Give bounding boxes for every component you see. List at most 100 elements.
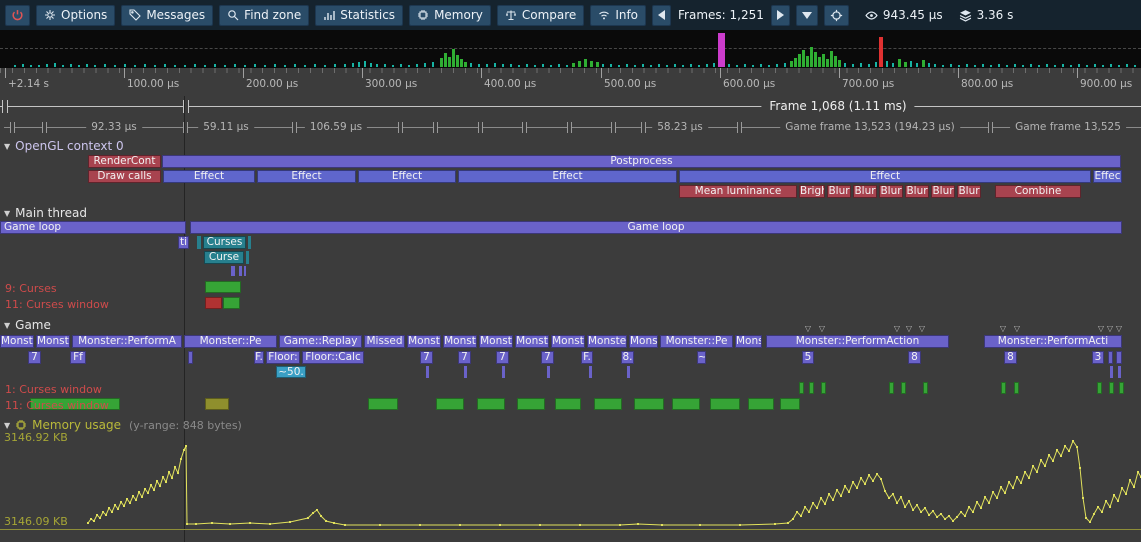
plot-bar[interactable] <box>368 398 398 410</box>
zone[interactable]: ~50. <box>276 366 306 378</box>
plot-bar[interactable] <box>517 398 545 410</box>
collapse-icon[interactable]: ▼ <box>4 421 10 430</box>
zone[interactable]: 8 <box>1004 351 1017 364</box>
zone[interactable] <box>197 236 201 249</box>
zone[interactable]: Monst <box>515 335 549 348</box>
zone[interactable]: Blur <box>957 185 981 198</box>
zone[interactable]: Monster::PerformA <box>72 335 182 348</box>
collapse-icon[interactable]: ▼ <box>4 321 10 330</box>
zone[interactable]: Monst <box>407 335 441 348</box>
zone[interactable]: Mons <box>735 335 762 348</box>
plot-bar[interactable] <box>205 398 229 410</box>
zone[interactable]: 8. <box>621 351 634 364</box>
message-marker-icon[interactable]: ▽ <box>894 324 900 333</box>
zone[interactable] <box>547 366 550 378</box>
zone[interactable]: ~ <box>697 351 706 364</box>
plot-bar[interactable] <box>710 398 740 410</box>
zone[interactable]: Effect <box>458 170 677 183</box>
zone[interactable]: 5 <box>802 351 814 364</box>
zone[interactable]: Effect <box>358 170 456 183</box>
zone[interactable]: F. <box>581 351 593 364</box>
plot-bar[interactable] <box>223 297 240 309</box>
zone[interactable]: Monster::PerformActi <box>984 335 1122 348</box>
plot-bar[interactable] <box>634 398 664 410</box>
zone[interactable]: 7 <box>28 351 41 364</box>
collapse-icon[interactable]: ▼ <box>4 209 10 218</box>
zone[interactable] <box>589 366 592 378</box>
message-marker-icon[interactable]: ▽ <box>1014 324 1020 333</box>
zone[interactable]: 7 <box>420 351 433 364</box>
zone[interactable]: Blur <box>879 185 903 198</box>
message-marker-icon[interactable]: ▽ <box>805 324 811 333</box>
plot-bar[interactable] <box>205 297 222 309</box>
zone[interactable] <box>246 251 249 264</box>
zone[interactable]: Monster::Pe <box>660 335 733 348</box>
zone[interactable]: Game loop <box>190 221 1122 234</box>
section-header-opengl[interactable]: ▼ OpenGL context 0 <box>4 139 124 153</box>
plot-bar[interactable] <box>809 382 814 394</box>
plot-bar[interactable] <box>821 382 826 394</box>
plot-bar[interactable] <box>748 398 774 410</box>
plot-bar[interactable] <box>923 382 928 394</box>
zone[interactable]: Effect <box>679 170 1091 183</box>
zone[interactable]: Monst <box>479 335 513 348</box>
zone[interactable]: Monste <box>0 335 34 348</box>
plot-bar[interactable] <box>477 398 505 410</box>
plot-bar[interactable] <box>1001 382 1006 394</box>
message-marker-icon[interactable]: ▽ <box>1098 324 1104 333</box>
zone[interactable]: Monste <box>36 335 70 348</box>
zone[interactable]: Combine <box>995 185 1081 198</box>
zone[interactable] <box>244 266 246 276</box>
zone[interactable]: Brigh <box>799 185 825 198</box>
plot-bar[interactable] <box>594 398 622 410</box>
section-header-main-thread[interactable]: ▼ Main thread <box>4 206 87 220</box>
plot-bar[interactable] <box>672 398 700 410</box>
collapse-icon[interactable]: ▼ <box>4 142 10 151</box>
zone[interactable] <box>188 351 193 364</box>
zone[interactable]: F. <box>254 351 264 364</box>
zone[interactable] <box>1108 351 1113 364</box>
zone[interactable]: Ff <box>70 351 86 364</box>
zone[interactable] <box>231 266 235 276</box>
zone[interactable] <box>426 366 429 378</box>
zone[interactable]: 7 <box>496 351 509 364</box>
plot-bar[interactable] <box>436 398 464 410</box>
zone[interactable]: 7 <box>541 351 554 364</box>
zone[interactable]: Draw calls <box>88 170 161 183</box>
zone[interactable]: 3 <box>1092 351 1104 364</box>
zone[interactable]: Effec <box>1093 170 1122 183</box>
zone[interactable]: Curses <box>203 236 246 249</box>
message-marker-icon[interactable]: ▽ <box>906 324 912 333</box>
zone[interactable]: Effect <box>163 170 255 183</box>
message-marker-icon[interactable]: ▽ <box>1107 324 1113 333</box>
plot-bar[interactable] <box>1109 382 1114 394</box>
message-marker-icon[interactable]: ▽ <box>819 324 825 333</box>
plot-bar[interactable] <box>1097 382 1102 394</box>
message-marker-icon[interactable]: ▽ <box>1116 324 1122 333</box>
zone[interactable] <box>627 366 630 378</box>
zone[interactable]: Blur <box>827 185 851 198</box>
zone[interactable] <box>239 266 242 276</box>
zone[interactable]: Mons <box>629 335 658 348</box>
zone[interactable]: ti <box>178 236 189 249</box>
plot-bar[interactable] <box>901 382 906 394</box>
zone[interactable]: Blur <box>931 185 955 198</box>
zone[interactable]: Effect <box>257 170 356 183</box>
zone[interactable]: Monste <box>587 335 627 348</box>
plot-bar[interactable] <box>1119 382 1124 394</box>
message-marker-icon[interactable]: ▽ <box>1000 324 1006 333</box>
plot-bar[interactable] <box>889 382 894 394</box>
zone[interactable]: Game loop <box>0 221 186 234</box>
memory-usage-plot[interactable] <box>0 430 1141 542</box>
message-marker-icon[interactable]: ▽ <box>919 324 925 333</box>
zone[interactable]: Postprocess <box>162 155 1121 168</box>
zone[interactable] <box>464 366 467 378</box>
zone[interactable]: Monst <box>551 335 585 348</box>
zone[interactable] <box>248 236 251 249</box>
zone[interactable] <box>1116 351 1122 364</box>
zone[interactable] <box>502 366 505 378</box>
plot-bar[interactable] <box>1014 382 1019 394</box>
zone[interactable]: Missed <box>364 335 405 348</box>
plot-bar[interactable] <box>780 398 800 410</box>
zone[interactable]: Blur <box>853 185 877 198</box>
